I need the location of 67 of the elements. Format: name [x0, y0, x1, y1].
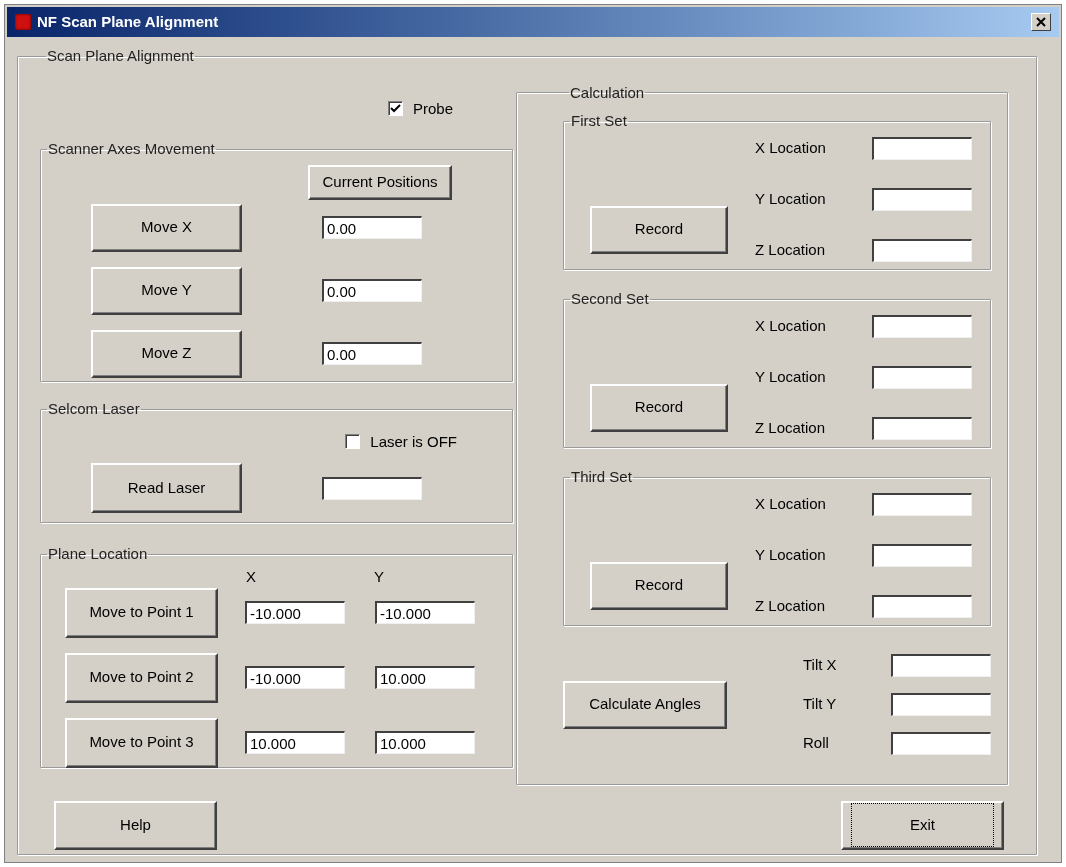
text-field[interactable] — [872, 594, 972, 618]
push-button[interactable]: Help — [54, 800, 217, 850]
text-field[interactable]: 0.00 — [322, 216, 422, 239]
text-field[interactable] — [872, 314, 972, 338]
window-title: NF Scan Plane Alignment — [37, 11, 219, 32]
push-button[interactable]: Move Y — [91, 266, 242, 315]
push-button[interactable]: Move Z — [91, 329, 242, 378]
text-field[interactable] — [891, 693, 991, 716]
text-field[interactable] — [891, 654, 991, 677]
text-field[interactable] — [872, 543, 972, 567]
field-label: Y Location — [755, 188, 827, 209]
checkbox[interactable] — [345, 434, 361, 450]
text-field[interactable]: -10.000 — [245, 666, 345, 689]
group-label: Selcom Laser — [47, 399, 141, 419]
close-button[interactable] — [1031, 13, 1051, 31]
text-field[interactable] — [872, 365, 972, 389]
checkmark-icon — [389, 103, 401, 115]
group-label: First Set — [570, 111, 628, 131]
checkbox-label: Laser is OFF — [370, 431, 457, 452]
push-button[interactable]: Move to Point 3 — [65, 717, 218, 768]
text-field[interactable] — [322, 476, 422, 500]
field-label: X Location — [755, 315, 827, 336]
text-field[interactable]: -10.000 — [245, 601, 345, 624]
group-label: Scan Plane Alignment — [46, 46, 195, 66]
field-label: Tilt Y — [803, 694, 838, 715]
group-label: Calculation — [569, 82, 646, 103]
group-label: Scanner Axes Movement — [47, 139, 216, 159]
push-button[interactable]: Exit — [841, 800, 1004, 850]
text-field[interactable] — [872, 416, 972, 440]
text-field[interactable]: 10.000 — [245, 731, 345, 754]
push-button[interactable]: Move X — [91, 203, 242, 252]
field-label: Z Location — [755, 595, 827, 616]
push-button[interactable]: Record — [590, 205, 728, 254]
group-label: Third Set — [570, 467, 633, 487]
text-field[interactable] — [872, 187, 972, 211]
push-button[interactable]: Calculate Angles — [563, 680, 727, 729]
field-label: Z Location — [755, 417, 827, 438]
checkbox[interactable] — [387, 101, 403, 117]
text-field[interactable] — [872, 136, 972, 160]
column-label: X — [246, 568, 256, 584]
field-label: Tilt X — [803, 655, 838, 676]
push-button[interactable]: Record — [590, 383, 728, 432]
field-label: Roll — [803, 733, 830, 754]
push-button[interactable]: Move to Point 2 — [65, 652, 218, 703]
push-button[interactable]: Record — [590, 561, 728, 610]
text-field[interactable] — [891, 732, 991, 755]
text-field[interactable]: -10.000 — [375, 601, 475, 624]
field-label: X Location — [755, 137, 827, 158]
field-label: Z Location — [755, 239, 827, 260]
field-label: Y Location — [755, 544, 827, 565]
text-field[interactable]: 0.00 — [322, 279, 422, 302]
text-field[interactable] — [872, 492, 972, 516]
checkbox-label: Probe — [412, 98, 453, 119]
text-field[interactable]: 10.000 — [375, 666, 475, 689]
close-icon — [1036, 17, 1046, 27]
text-field[interactable] — [872, 238, 972, 262]
text-field[interactable]: 10.000 — [375, 731, 475, 754]
field-label: Y Location — [755, 366, 827, 387]
push-button[interactable]: Current Positions — [308, 164, 452, 200]
text-field[interactable]: 0.00 — [322, 342, 422, 365]
app-icon — [15, 14, 31, 30]
column-label: Y — [374, 568, 385, 584]
push-button[interactable]: Read Laser — [91, 463, 242, 513]
group-label: Plane Location — [47, 544, 149, 564]
field-label: X Location — [755, 493, 827, 514]
group-label: Second Set — [570, 289, 650, 309]
push-button[interactable]: Move to Point 1 — [65, 587, 218, 638]
